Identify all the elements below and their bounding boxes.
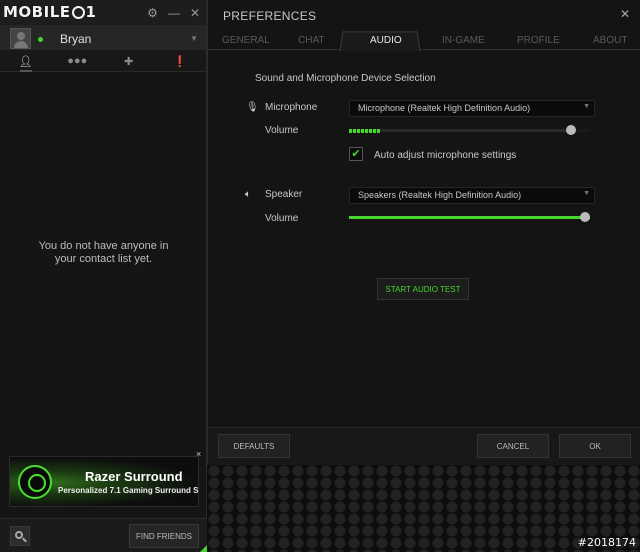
microphone-level-meter <box>349 129 380 133</box>
preferences-title: PREFERENCES <box>223 9 317 23</box>
microphone-device-select[interactable]: Microphone (Realtek High Definition Audi… <box>349 100 595 117</box>
search-button[interactable] <box>10 526 30 546</box>
online-status-icon <box>38 37 43 42</box>
chevron-down-icon: ▼ <box>583 190 590 197</box>
preferences-tabs: GENERAL CHAT AUDIO IN-GAME PROFILE ABOUT <box>208 31 640 52</box>
group-icon: ●●● <box>67 55 88 67</box>
razer-surround-ad[interactable]: Razer Surround Personalized 7.1 Gaming S… <box>9 456 199 507</box>
level-segment <box>353 129 356 133</box>
section-title: Sound and Microphone Device Selection <box>255 73 436 84</box>
hex-background <box>207 465 640 552</box>
tab-about[interactable]: ABOUT <box>593 35 627 46</box>
level-segment <box>349 129 352 133</box>
ad-title: Razer Surround <box>85 469 183 484</box>
defaults-button[interactable]: DEFAULTS <box>218 434 290 458</box>
chevron-down-icon: ▼ <box>583 103 590 110</box>
alert-icon: ❗ <box>173 55 188 68</box>
level-segment <box>357 129 360 133</box>
user-bar[interactable]: Bryan ▼ <box>0 26 206 51</box>
username: Bryan <box>60 32 92 46</box>
empty-contact-message: You do not have anyone in your contact l… <box>38 240 169 265</box>
resize-handle[interactable] <box>200 545 207 552</box>
level-segment <box>361 129 364 133</box>
auto-adjust-label: Auto adjust microphone settings <box>374 150 517 161</box>
level-segment <box>365 129 368 133</box>
speaker-volume-slider[interactable] <box>349 212 590 222</box>
minimize-icon[interactable]: — <box>168 6 180 20</box>
watermark: #2018174 <box>577 536 636 549</box>
microphone-volume-fill <box>349 129 576 132</box>
contacts-window: MOBILE 1 ⚙ — ✕ Bryan ▼ 👤︎ ●●● ✚ ❗ You do … <box>0 0 207 552</box>
speaker-volume-label: Volume <box>265 213 299 224</box>
preferences-close-icon[interactable]: ✕ <box>620 7 630 21</box>
cancel-button[interactable]: CANCEL <box>477 434 549 458</box>
level-segment <box>377 129 380 133</box>
tab-in-game[interactable]: IN-GAME <box>442 35 485 46</box>
logo-ring-icon <box>71 6 85 19</box>
chevron-down-icon[interactable]: ▼ <box>190 34 198 43</box>
microphone-volume-thumb[interactable] <box>566 125 577 135</box>
preferences-footer: DEFAULTS CANCEL OK <box>208 427 640 465</box>
gear-icon[interactable]: ⚙ <box>147 6 158 20</box>
tab-groups[interactable]: ●●● <box>52 51 104 71</box>
find-friends-button[interactable]: FIND FRIENDS <box>129 524 199 548</box>
tab-alerts[interactable]: ❗ <box>155 51 207 71</box>
contacts-titlebar: MOBILE 1 ⚙ — ✕ <box>0 0 206 26</box>
microphone-volume-label: Volume <box>265 125 299 136</box>
close-icon[interactable]: ✕ <box>190 6 200 20</box>
tab-contacts[interactable]: 👤︎ <box>0 51 52 72</box>
preferences-window: PREFERENCES ✕ GENERAL CHAT AUDIO IN-GAME… <box>207 0 640 465</box>
avatar[interactable] <box>10 28 31 49</box>
tab-games[interactable]: ✚ <box>103 51 155 71</box>
ad-subtitle: Personalized 7.1 Gaming Surround Sound <box>58 486 199 495</box>
level-segment <box>373 129 376 133</box>
contact-tabs: 👤︎ ●●● ✚ ❗ <box>0 51 206 72</box>
checkmark-icon: ✔ <box>351 148 361 160</box>
speaker-device-select[interactable]: Speakers (Realtek High Definition Audio)… <box>349 187 595 204</box>
speaker-label: Speaker <box>265 189 303 200</box>
speaker-volume-thumb[interactable] <box>580 212 590 222</box>
auto-adjust-checkbox[interactable]: ✔ <box>349 147 363 161</box>
contacts-bottom-bar: FIND FRIENDS <box>0 518 207 552</box>
level-segment <box>369 129 372 133</box>
ok-button[interactable]: OK <box>559 434 631 458</box>
microphone-volume-slider[interactable] <box>349 125 590 135</box>
start-audio-test-button[interactable]: START AUDIO TEST <box>377 278 469 300</box>
microphone-icon: 🎙︎ <box>246 102 259 113</box>
person-icon: 👤︎ <box>18 55 33 68</box>
tab-chat[interactable]: CHAT <box>298 35 324 46</box>
speaker-icon: 🔈︎ <box>245 189 251 200</box>
tab-audio[interactable]: AUDIO <box>370 35 402 46</box>
microphone-label: Microphone <box>265 102 318 113</box>
ad-close-icon[interactable]: × <box>196 449 201 459</box>
tab-profile[interactable]: PROFILE <box>517 35 560 46</box>
speaker-volume-fill <box>349 216 590 219</box>
tab-general[interactable]: GENERAL <box>222 35 270 46</box>
mobile01-logo: MOBILE 1 <box>3 3 97 21</box>
gamepad-icon: ✚ <box>124 55 134 68</box>
headset-icon <box>18 465 52 499</box>
